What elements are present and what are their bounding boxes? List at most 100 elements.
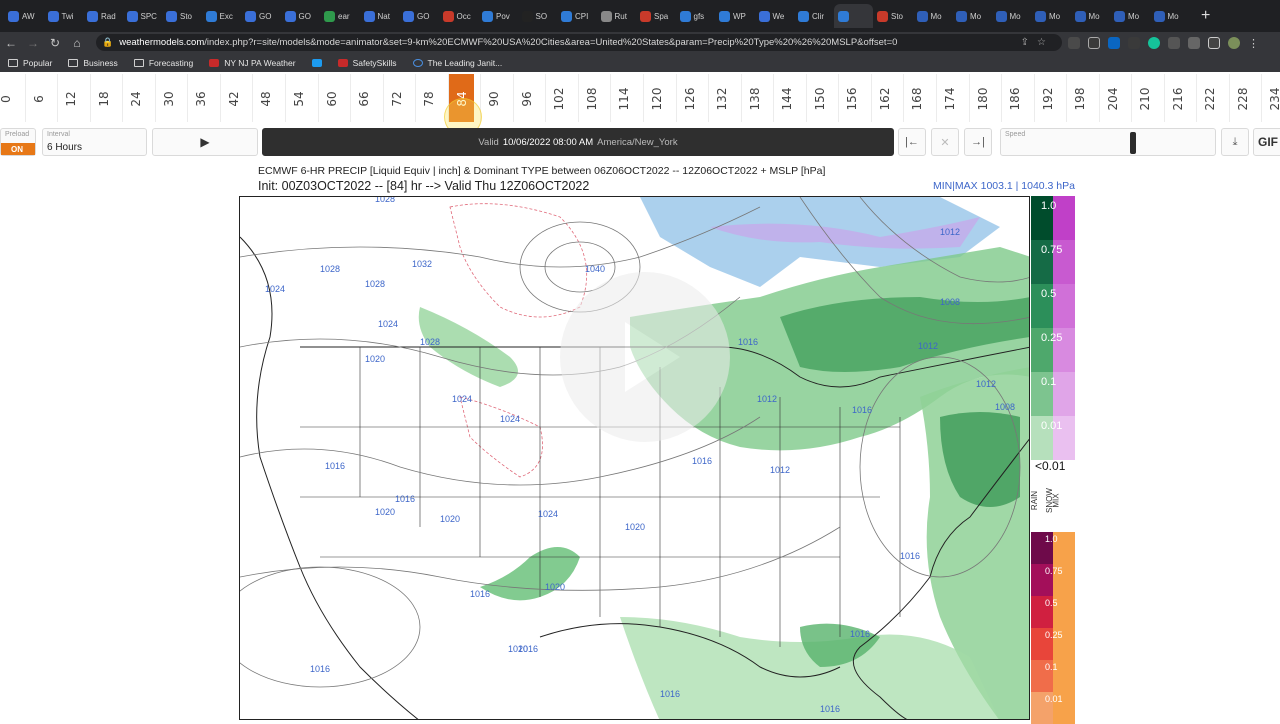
browser-tab[interactable]: CPI (557, 4, 597, 28)
forecast-hour-30[interactable]: 30 (154, 74, 181, 122)
forecast-hour-0[interactable]: 0 (0, 74, 18, 122)
forecast-hour-132[interactable]: 132 (708, 74, 734, 122)
forecast-hour-108[interactable]: 108 (577, 74, 604, 122)
bookmark-item[interactable]: Business (68, 58, 118, 68)
forecast-hour-114[interactable]: 114 (610, 74, 636, 122)
last-frame-button[interactable]: →| (964, 128, 992, 156)
forecast-hour-42[interactable]: 42 (219, 74, 246, 122)
forecast-hour-174[interactable]: 174 (935, 74, 962, 122)
browser-tab[interactable]: Pov (478, 4, 518, 28)
forecast-hour-222[interactable]: 222 (1196, 74, 1222, 122)
browser-tab[interactable]: Nat (360, 4, 400, 28)
extension-icon[interactable] (1068, 37, 1080, 49)
forecast-hour-126[interactable]: 126 (675, 74, 702, 122)
bookmark-item[interactable]: The Leading Janit... (412, 58, 502, 68)
weather-map[interactable]: 1028 1028 1032 1028 1024 1024 1028 1020 1024 1024… (239, 196, 1030, 720)
menu-icon[interactable]: ⋮ (1248, 37, 1259, 50)
linkedin-icon[interactable] (1108, 37, 1120, 49)
forecast-hour-18[interactable]: 18 (89, 74, 116, 122)
extension-icon[interactable] (1168, 37, 1180, 49)
bookmark-star-icon[interactable]: ⇪☆ (1021, 37, 1054, 48)
forecast-hour-234[interactable]: 234 (1261, 74, 1280, 122)
play-button[interactable]: ▶ (152, 128, 258, 156)
new-tab-button[interactable]: + (1201, 7, 1210, 25)
browser-tab[interactable]: Exc (202, 4, 242, 28)
download-button[interactable]: ⤓ (1221, 128, 1249, 156)
forecast-hour-180[interactable]: 180 (968, 74, 995, 122)
browser-tab[interactable]: Mo (1110, 4, 1150, 28)
forecast-hour-192[interactable]: 192 (1033, 74, 1060, 122)
forecast-hour-60[interactable]: 60 (317, 74, 344, 122)
browser-tab[interactable]: SPC (123, 4, 163, 28)
forecast-hour-12[interactable]: 12 (57, 74, 83, 122)
puzzle-icon[interactable] (1188, 37, 1200, 49)
forecast-hour-156[interactable]: 156 (838, 74, 864, 122)
forecast-hour-228[interactable]: 228 (1228, 74, 1255, 122)
forecast-hour-78[interactable]: 78 (415, 74, 441, 122)
browser-tab[interactable]: Mo (1071, 4, 1111, 28)
close-button[interactable]: ✕ (931, 128, 959, 156)
back-icon[interactable]: ← (0, 36, 22, 50)
forecast-hour-144[interactable]: 144 (773, 74, 799, 122)
forecast-hour-138[interactable]: 138 (740, 74, 767, 122)
forecast-hour-54[interactable]: 54 (284, 74, 311, 122)
browser-tab[interactable]: Clir (794, 4, 834, 28)
browser-tab[interactable]: Rad (83, 4, 123, 28)
forecast-hour-120[interactable]: 120 (643, 74, 669, 122)
browser-tab[interactable]: AW (4, 4, 44, 28)
first-frame-button[interactable]: |← (898, 128, 926, 156)
browser-tab[interactable]: Mo (1031, 4, 1071, 28)
avatar[interactable] (1228, 37, 1240, 49)
browser-tab[interactable]: Sto (162, 4, 202, 28)
forecast-hour-216[interactable]: 216 (1163, 74, 1190, 122)
preload-toggle[interactable]: Preload ON (0, 128, 36, 156)
interval-select[interactable]: Interval 6 Hours (42, 128, 147, 156)
browser-tab[interactable]: ear (320, 4, 360, 28)
sidebar-icon[interactable] (1208, 37, 1220, 49)
forecast-hour-72[interactable]: 72 (382, 74, 409, 122)
url-input[interactable]: 🔒 weathermodels.com /index.php?r=site/mo… (96, 34, 1062, 51)
browser-tab[interactable]: GO (241, 4, 281, 28)
forecast-hour-66[interactable]: 66 (350, 74, 376, 122)
bookmark-item[interactable]: NY NJ PA Weather (209, 58, 296, 68)
forecast-hour-90[interactable]: 90 (480, 74, 506, 122)
speed-slider-handle[interactable] (1130, 132, 1136, 154)
browser-tab[interactable]: Mo (992, 4, 1032, 28)
bookmark-item[interactable] (311, 59, 322, 67)
bookmark-item[interactable]: Popular (8, 58, 52, 68)
bookmark-item[interactable]: SafetySkills (337, 58, 397, 68)
forward-icon[interactable]: → (22, 36, 44, 50)
forecast-hour-96[interactable]: 96 (512, 74, 539, 122)
browser-tab[interactable]: Rut (597, 4, 637, 28)
browser-tab[interactable]: Mo (1150, 4, 1190, 28)
home-icon[interactable]: ⌂ (66, 36, 88, 50)
forecast-hour-36[interactable]: 36 (187, 74, 213, 122)
forecast-hour-102[interactable]: 102 (545, 74, 571, 122)
browser-tab[interactable]: Twi (44, 4, 84, 28)
forecast-hour-198[interactable]: 198 (1066, 74, 1092, 122)
browser-tab[interactable]: GO (399, 4, 439, 28)
forecast-hour-48[interactable]: 48 (252, 74, 278, 122)
forecast-hour-186[interactable]: 186 (1001, 74, 1027, 122)
browser-tab[interactable]: Occ (439, 4, 479, 28)
forecast-hour-204[interactable]: 204 (1098, 74, 1125, 122)
browser-tab[interactable]: SO (518, 4, 558, 28)
extension-icon[interactable] (1128, 37, 1140, 49)
browser-tab[interactable] (833, 4, 873, 28)
reload-icon[interactable]: ↻ (44, 36, 66, 50)
speed-slider[interactable]: Speed (1000, 128, 1216, 156)
browser-tab[interactable]: Mo (952, 4, 992, 28)
forecast-hour-6[interactable]: 6 (24, 74, 51, 122)
browser-tab[interactable]: Sto (873, 4, 913, 28)
browser-tab[interactable]: Spa (636, 4, 676, 28)
forecast-hour-168[interactable]: 168 (903, 74, 929, 122)
forecast-hour-162[interactable]: 162 (870, 74, 897, 122)
grammarly-icon[interactable] (1148, 37, 1160, 49)
browser-tab[interactable]: gfs (676, 4, 716, 28)
forecast-hour-24[interactable]: 24 (122, 74, 148, 122)
extension-icon[interactable] (1088, 37, 1100, 49)
bookmark-item[interactable]: Forecasting (133, 58, 193, 68)
browser-tab[interactable]: GO (281, 4, 321, 28)
browser-tab[interactable]: Mo (913, 4, 953, 28)
gif-button[interactable]: GIF (1253, 128, 1280, 156)
